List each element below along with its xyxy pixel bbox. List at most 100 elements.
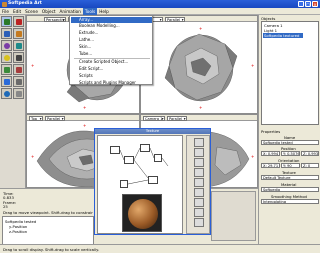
eye-icon <box>4 91 10 97</box>
texture-editor-title: Texture <box>95 129 210 134</box>
timeline-graph[interactable] <box>211 191 256 241</box>
menubar: File Edit Scene Object Animation Tools Help <box>0 8 320 15</box>
view-select[interactable]: Perspective <box>44 16 66 22</box>
projection-select[interactable]: Parallel <box>165 16 185 22</box>
menu-edit[interactable]: Edit <box>11 8 23 15</box>
menu-item-scripts-plugins-manager[interactable]: Scripts and Plugins Manager <box>71 80 152 86</box>
module-slot[interactable] <box>194 188 204 197</box>
minimize-button[interactable]: _ <box>298 1 304 7</box>
curve-icon <box>4 67 10 73</box>
scale-icon <box>4 31 10 37</box>
viewport-hint: Drag to move viewpoint. Shift-drag to co… <box>3 210 93 215</box>
curve-tool-button[interactable] <box>1 64 12 75</box>
module-slot[interactable] <box>194 198 204 207</box>
marker-icon: + <box>83 123 87 128</box>
menu-item-lathe[interactable]: Lathe... <box>71 37 152 43</box>
status-text: Drag to scroll display. Shift-drag to sc… <box>3 247 100 252</box>
move-tool-button[interactable] <box>1 16 12 27</box>
cube-tool-button[interactable] <box>13 28 24 39</box>
tools-menu: Array... Boolean Modelling... Extrude...… <box>69 15 153 85</box>
marker-icon: + <box>83 105 87 110</box>
frame-value: 25 <box>3 204 8 209</box>
orientation-x-field[interactable]: X: 29.71 <box>261 163 280 168</box>
track-list: Softpedia tested y-Position z-Position <box>2 216 94 245</box>
node-graph-canvas[interactable] <box>97 135 183 234</box>
rotate-tool-button[interactable] <box>13 16 24 27</box>
marker-icon: + <box>199 26 203 31</box>
node-connections <box>119 147 169 185</box>
skeleton-icon <box>16 79 22 85</box>
menu-item-scripts[interactable]: Scripts <box>71 73 152 79</box>
light-tool-button[interactable] <box>1 52 12 63</box>
skeleton-tool-button[interactable] <box>13 76 24 87</box>
object-item-selected[interactable]: Softpedia textured <box>263 33 303 38</box>
cylinder-tool-button[interactable] <box>13 40 24 51</box>
smoothing-select[interactable]: Interpolating <box>261 199 319 204</box>
module-palette <box>186 135 210 234</box>
module-slot[interactable] <box>194 148 204 157</box>
view-select[interactable]: Camera 1 <box>143 115 165 121</box>
menu-file[interactable]: File <box>0 8 11 15</box>
polygon-tool-button[interactable] <box>13 64 24 75</box>
menu-tools[interactable]: Tools <box>82 8 98 15</box>
menu-item-tube[interactable]: Tube... <box>71 51 152 57</box>
viewport-top-right[interactable]: Left Parallel + + + <box>140 15 258 114</box>
object-list: Camera 1 Light 1 Softpedia textured <box>261 21 319 125</box>
menu-help[interactable]: Help <box>97 8 111 15</box>
menu-item-create-scripted-object[interactable]: Create Scripted Object... <box>71 59 152 65</box>
projection-select[interactable]: Parallel <box>45 115 65 121</box>
sphere-tool-button[interactable] <box>1 40 12 51</box>
polygon-icon <box>16 67 22 73</box>
track-z-position[interactable]: z-Position <box>9 229 27 234</box>
texture-editor-window: Texture <box>94 128 211 235</box>
spline-tool-button[interactable] <box>1 76 12 87</box>
rotate-icon <box>16 19 22 25</box>
sphere-icon <box>4 43 10 49</box>
menu-item-extrude[interactable]: Extrude... <box>71 30 152 36</box>
cylinder-icon <box>16 43 22 49</box>
menu-object[interactable]: Object <box>40 8 58 15</box>
camera-tool-button[interactable] <box>13 52 24 63</box>
orientation-y-field[interactable]: Y: 90 <box>281 163 300 168</box>
view-tool-button[interactable] <box>1 88 12 99</box>
close-button[interactable]: × <box>312 1 318 7</box>
marker-icon: + <box>31 63 35 68</box>
cube-icon <box>16 31 22 37</box>
model-render <box>164 33 238 102</box>
position-z-field[interactable]: Z: 0.993 <box>301 151 319 156</box>
app-icon <box>2 1 7 7</box>
menu-scene[interactable]: Scene <box>23 8 40 15</box>
module-slot[interactable] <box>194 168 204 177</box>
marker-icon: + <box>251 63 255 68</box>
menu-item-skin[interactable]: Skin... <box>71 44 152 50</box>
module-slot[interactable] <box>194 178 204 187</box>
zoom-tool-button[interactable] <box>13 88 24 99</box>
zoom-icon <box>16 91 22 97</box>
marker-icon: + <box>251 154 255 159</box>
window-title: Softpedia Art <box>8 1 42 6</box>
texture-select[interactable]: Default Texture <box>261 175 319 180</box>
module-slot[interactable] <box>194 138 204 147</box>
scale-tool-button[interactable] <box>1 28 12 39</box>
window-titlebar: Softpedia Art _ □ × <box>0 0 320 8</box>
maximize-button[interactable]: □ <box>305 1 311 7</box>
module-slot[interactable] <box>194 158 204 167</box>
orientation-z-field[interactable]: Z: 0 <box>301 163 319 168</box>
name-field[interactable]: Softpedia tested <box>261 140 319 145</box>
light-icon <box>4 55 10 61</box>
projection-select[interactable]: Parallel <box>167 115 187 121</box>
texture-preview <box>122 194 162 232</box>
properties-panel: Properties Name Softpedia tested Positio… <box>258 128 320 244</box>
view-select[interactable]: Top <box>29 115 43 121</box>
menu-item-boolean-modelling[interactable]: Boolean Modelling... <box>71 23 152 29</box>
menu-item-edit-script[interactable]: Edit Script... <box>71 66 152 72</box>
objects-panel: Objects Camera 1 Light 1 Softpedia textu… <box>258 15 320 128</box>
position-x-field[interactable]: X: 0.994 <box>261 151 280 156</box>
menu-animation[interactable]: Animation <box>58 8 83 15</box>
marker-icon: + <box>31 154 35 159</box>
material-select[interactable]: Softpedia <box>261 187 319 192</box>
module-slot[interactable] <box>194 208 204 217</box>
module-slot[interactable] <box>194 218 204 227</box>
position-y-field[interactable]: Y: 0.5076 <box>281 151 300 156</box>
camera-icon <box>16 55 22 61</box>
